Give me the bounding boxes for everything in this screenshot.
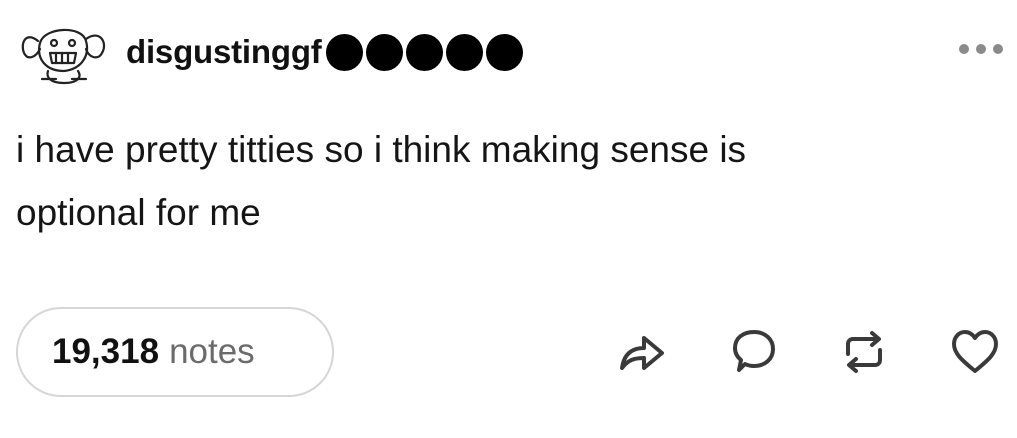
- notes-count: 19,318: [52, 332, 160, 371]
- username[interactable]: disgustinggf: [126, 33, 322, 71]
- post-card: disgustinggf i have pretty titties so i …: [0, 0, 1017, 438]
- reblog-icon: [846, 331, 882, 373]
- badge-dot: [405, 33, 443, 71]
- badge-dot: [365, 33, 403, 71]
- post-actions: [559, 322, 1003, 382]
- more-dots-icon: [959, 44, 1003, 54]
- reblog-button[interactable]: [836, 324, 892, 380]
- avatar-dog-icon: [21, 28, 106, 85]
- more-options-button[interactable]: [951, 34, 1011, 64]
- post-header: disgustinggf: [16, 16, 526, 88]
- post-text-line: i have pretty titties so i think making …: [16, 129, 747, 170]
- badge-dot: [485, 33, 523, 71]
- notes-label: notes: [169, 332, 255, 371]
- post-text-line: optional for me: [16, 192, 261, 233]
- badge-dot: [325, 33, 363, 71]
- heart-icon: [952, 330, 998, 373]
- share-button[interactable]: [614, 324, 670, 380]
- avatar[interactable]: [16, 19, 110, 85]
- notes-button[interactable]: 19,318 notes: [16, 307, 334, 397]
- post-text: i have pretty titties so i think making …: [16, 118, 976, 244]
- reply-button[interactable]: [725, 324, 781, 380]
- badge-dots: [325, 33, 526, 71]
- share-icon: [620, 336, 664, 370]
- reply-bubble-icon: [733, 330, 775, 372]
- badge-dot: [445, 33, 483, 71]
- like-button[interactable]: [947, 324, 1003, 380]
